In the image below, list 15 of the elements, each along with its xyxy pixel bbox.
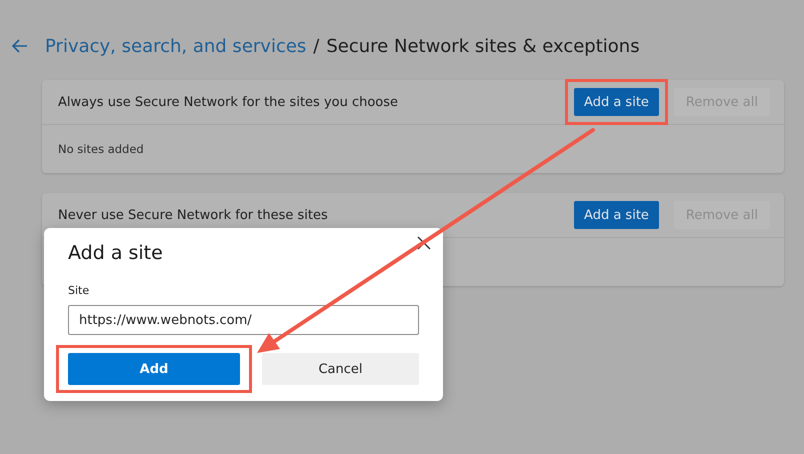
add-button[interactable]: Add xyxy=(68,353,240,385)
close-icon[interactable] xyxy=(417,236,431,250)
site-input-field[interactable]: https://www.webnots.com/ xyxy=(68,305,419,335)
breadcrumb-separator: / xyxy=(313,36,320,56)
add-site-button[interactable]: Add a site xyxy=(574,201,659,229)
section-title: Always use Secure Network for the sites you choose xyxy=(58,94,400,110)
dialog-title: Add a site xyxy=(68,242,164,264)
section-title: Never use Secure Network for these sites xyxy=(58,208,329,222)
empty-message: No sites added xyxy=(58,142,144,156)
add-site-button[interactable]: Add a site xyxy=(574,88,659,116)
field-label: Site xyxy=(68,284,90,297)
page-title: Secure Network sites & exceptions xyxy=(326,36,640,56)
back-arrow-icon[interactable] xyxy=(12,39,28,53)
breadcrumb-link[interactable]: Privacy, search, and services xyxy=(45,36,306,56)
cancel-button[interactable]: Cancel xyxy=(262,353,419,385)
